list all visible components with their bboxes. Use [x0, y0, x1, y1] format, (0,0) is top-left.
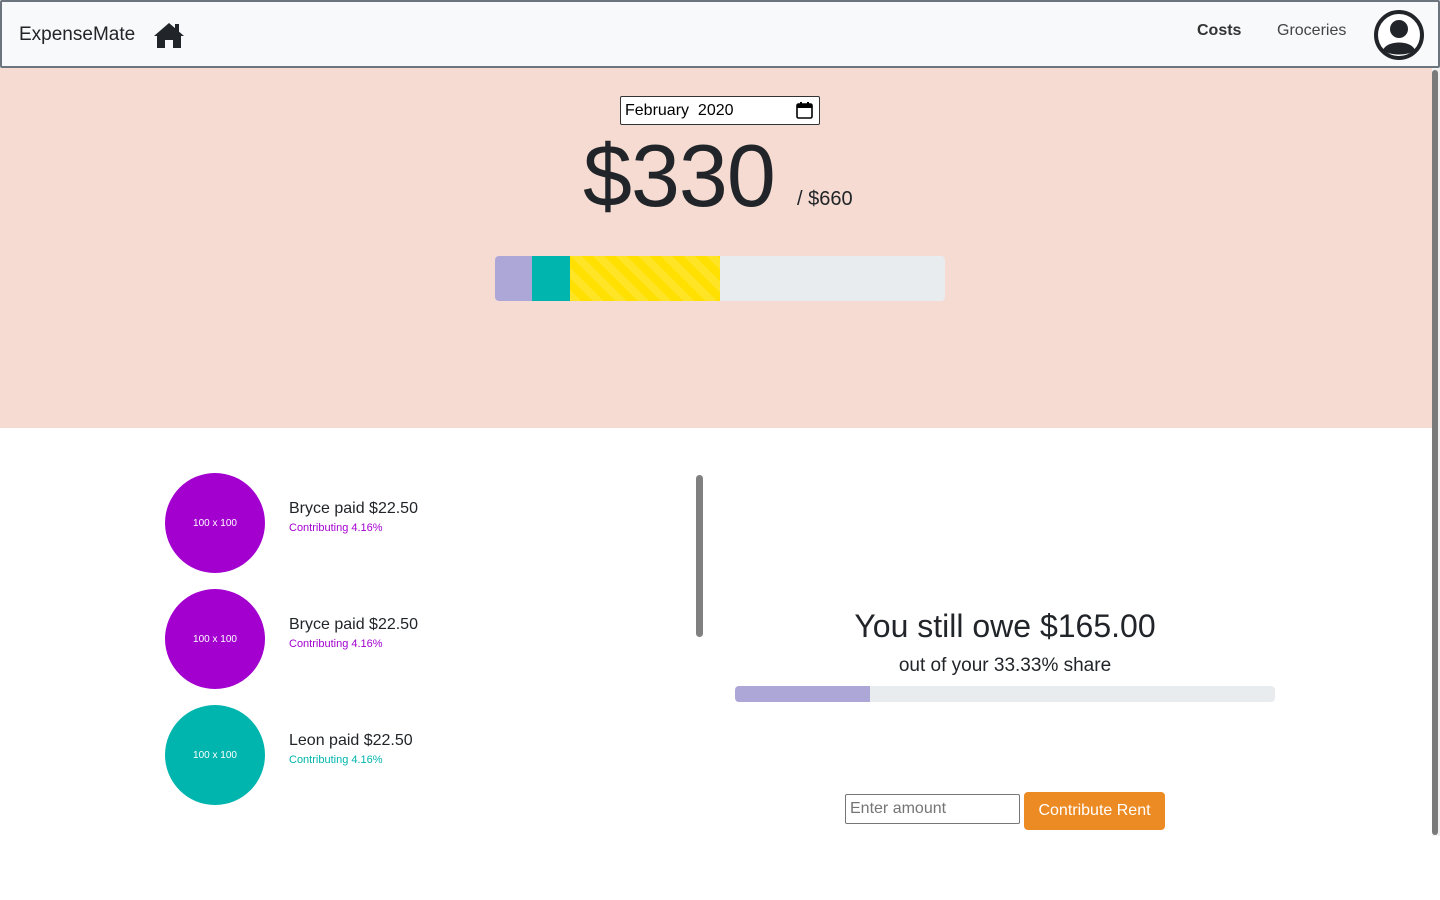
- page-scrollbar-thumb[interactable]: [1432, 70, 1438, 835]
- calendar-icon[interactable]: [796, 102, 813, 119]
- payment-text: Leon paid $22.50: [289, 732, 413, 749]
- nav-link-groceries[interactable]: Groceries: [1277, 22, 1346, 40]
- contribution-percent: Contributing 4.16%: [289, 638, 383, 650]
- payment-item: 100 x 100 Bryce paid $22.50 Contributing…: [165, 589, 565, 689]
- paid-amount: $330: [583, 126, 776, 225]
- contribution-progress-bar: [495, 256, 945, 301]
- navbar: ExpenseMate Costs Groceries: [0, 0, 1440, 68]
- share-progress-bar: [735, 686, 1275, 702]
- contribute-rent-button[interactable]: Contribute Rent: [1024, 792, 1165, 830]
- payment-item: 100 x 100 Bryce paid $22.50 Contributing…: [165, 473, 565, 573]
- amount-input[interactable]: [845, 794, 1020, 824]
- summary-hero: February 2020 $330 / $660: [0, 68, 1432, 428]
- owe-title: You still owe $165.00: [854, 608, 1156, 644]
- payer-avatar: 100 x 100: [165, 589, 265, 689]
- brand-logo[interactable]: ExpenseMate: [19, 24, 135, 46]
- payer-avatar: 100 x 100: [165, 705, 265, 805]
- progress-segment-3: [569, 256, 720, 301]
- payment-text: Bryce paid $22.50: [289, 616, 418, 633]
- payer-avatar: 100 x 100: [165, 473, 265, 573]
- month-value: February 2020: [625, 102, 734, 119]
- nav-link-costs[interactable]: Costs: [1197, 22, 1241, 40]
- month-picker[interactable]: February 2020: [620, 96, 820, 125]
- owe-subtitle: out of your 33.33% share: [898, 655, 1112, 676]
- payment-item: 100 x 100 Leon paid $22.50 Contributing …: [165, 705, 565, 805]
- contribution-percent: Contributing 4.16%: [289, 522, 383, 534]
- payment-text: Bryce paid $22.50: [289, 500, 418, 517]
- user-avatar-icon[interactable]: [1374, 10, 1424, 60]
- home-icon[interactable]: [153, 21, 185, 49]
- contribution-percent: Contributing 4.16%: [289, 754, 383, 766]
- total-amount: / $660: [797, 188, 853, 210]
- share-progress-fill: [735, 686, 870, 702]
- progress-segment-2: [532, 256, 570, 301]
- payments-scrollbar[interactable]: [696, 475, 703, 637]
- progress-segment-1: [495, 256, 533, 301]
